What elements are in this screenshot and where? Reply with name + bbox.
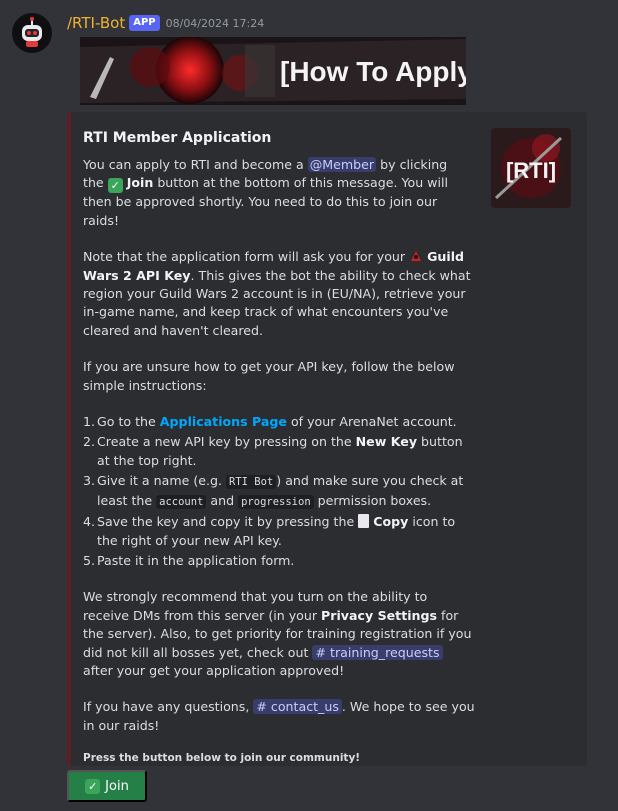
- list-item: 3. Give it a name (e.g. RTI Bot) and mak…: [83, 472, 475, 511]
- recommendation-paragraph: We strongly recommend that you turn on t…: [83, 588, 475, 680]
- text-segment: and: [206, 492, 239, 508]
- step-number: 5.: [83, 552, 96, 568]
- robot-icon: [22, 17, 42, 47]
- step-number: 3.: [83, 473, 96, 489]
- step-number: 2.: [83, 434, 96, 450]
- thumbnail-label: [RTI]: [506, 158, 556, 183]
- bot-avatar[interactable]: [12, 13, 52, 53]
- check-mark-icon: ✓: [85, 778, 101, 794]
- list-item: 1. Go to the Applications Page of your A…: [83, 413, 475, 431]
- guild-wars-icon: [409, 249, 423, 263]
- text-segment: Paste it in the application form.: [97, 552, 295, 568]
- hash-icon: #: [256, 699, 267, 715]
- embed-footer-text: Press the button below to join our commu…: [83, 752, 361, 765]
- channel-name: training_requests: [330, 644, 440, 660]
- copy-bold-text: Copy: [373, 514, 409, 530]
- text-segment: after your get your application approved…: [83, 662, 345, 678]
- app-badge: APP: [129, 15, 160, 31]
- list-item: 2. Create a new API key by pressing on t…: [83, 433, 475, 470]
- message-timestamp: 08/04/2024 17:24: [165, 16, 265, 30]
- inline-code: account: [156, 494, 207, 509]
- member-role-mention[interactable]: @Member: [307, 157, 377, 172]
- text-segment: Save the key and copy it by pressing the: [97, 514, 359, 530]
- how-to-apply-banner[interactable]: [How To Apply]: [80, 37, 466, 105]
- inline-code: RTI Bot: [226, 475, 277, 490]
- author-name[interactable]: /RTI-Bot: [67, 14, 125, 32]
- privacy-settings-bold-text: Privacy Settings: [321, 607, 438, 623]
- api-key-paragraph: Note that the application form will ask …: [83, 248, 475, 340]
- steps-list: 1. Go to the Applications Page of your A…: [83, 413, 475, 570]
- text-segment: If you have any questions,: [83, 699, 254, 715]
- join-button[interactable]: ✓ Join: [67, 770, 147, 802]
- contact-us-channel-link[interactable]: # contact_us: [253, 699, 342, 715]
- text-segment: Give it a name (e.g.: [97, 473, 227, 489]
- list-item: 5. Paste it in the application form.: [83, 552, 475, 570]
- step-number: 4.: [83, 514, 96, 530]
- application-embed: [RTI] RTI Member Application You can app…: [67, 112, 587, 766]
- inline-code: progression: [238, 494, 314, 509]
- applications-page-link[interactable]: Applications Page: [160, 414, 287, 429]
- text-segment: Note that the application form will ask …: [83, 249, 410, 265]
- step-number: 1.: [83, 414, 96, 430]
- questions-paragraph: If you have any questions, # contact_us.…: [83, 698, 475, 735]
- hash-icon: #: [315, 644, 326, 660]
- list-item: 4. Save the key and copy it by pressing …: [83, 513, 475, 550]
- text-segment: Go to the: [97, 414, 160, 430]
- channel-name: contact_us: [270, 699, 339, 715]
- check-mark-icon: ✓: [107, 178, 123, 194]
- intro-paragraph: You can apply to RTI and become a @Membe…: [83, 156, 463, 230]
- banner-title: [How To Apply]: [280, 56, 466, 87]
- message-header: /RTI-Bot APP 08/04/2024 17:24: [67, 12, 264, 34]
- join-bold-text: Join: [126, 175, 154, 191]
- join-button-label: Join: [105, 778, 129, 794]
- text-segment: of your ArenaNet account.: [286, 414, 457, 430]
- embed-description: You can apply to RTI and become a @Membe…: [83, 156, 573, 768]
- text-segment: permission boxes.: [313, 492, 432, 508]
- text-segment: Create a new API key by pressing on the: [97, 434, 356, 450]
- instructions-intro: If you are unsure how to get your API ke…: [83, 359, 455, 393]
- rti-thumbnail[interactable]: [RTI]: [491, 128, 571, 208]
- new-key-bold-text: New Key: [355, 434, 418, 450]
- text-segment: You can apply to RTI and become a: [83, 157, 308, 172]
- page-icon: [358, 514, 370, 529]
- training-requests-channel-link[interactable]: # training_requests: [312, 644, 443, 660]
